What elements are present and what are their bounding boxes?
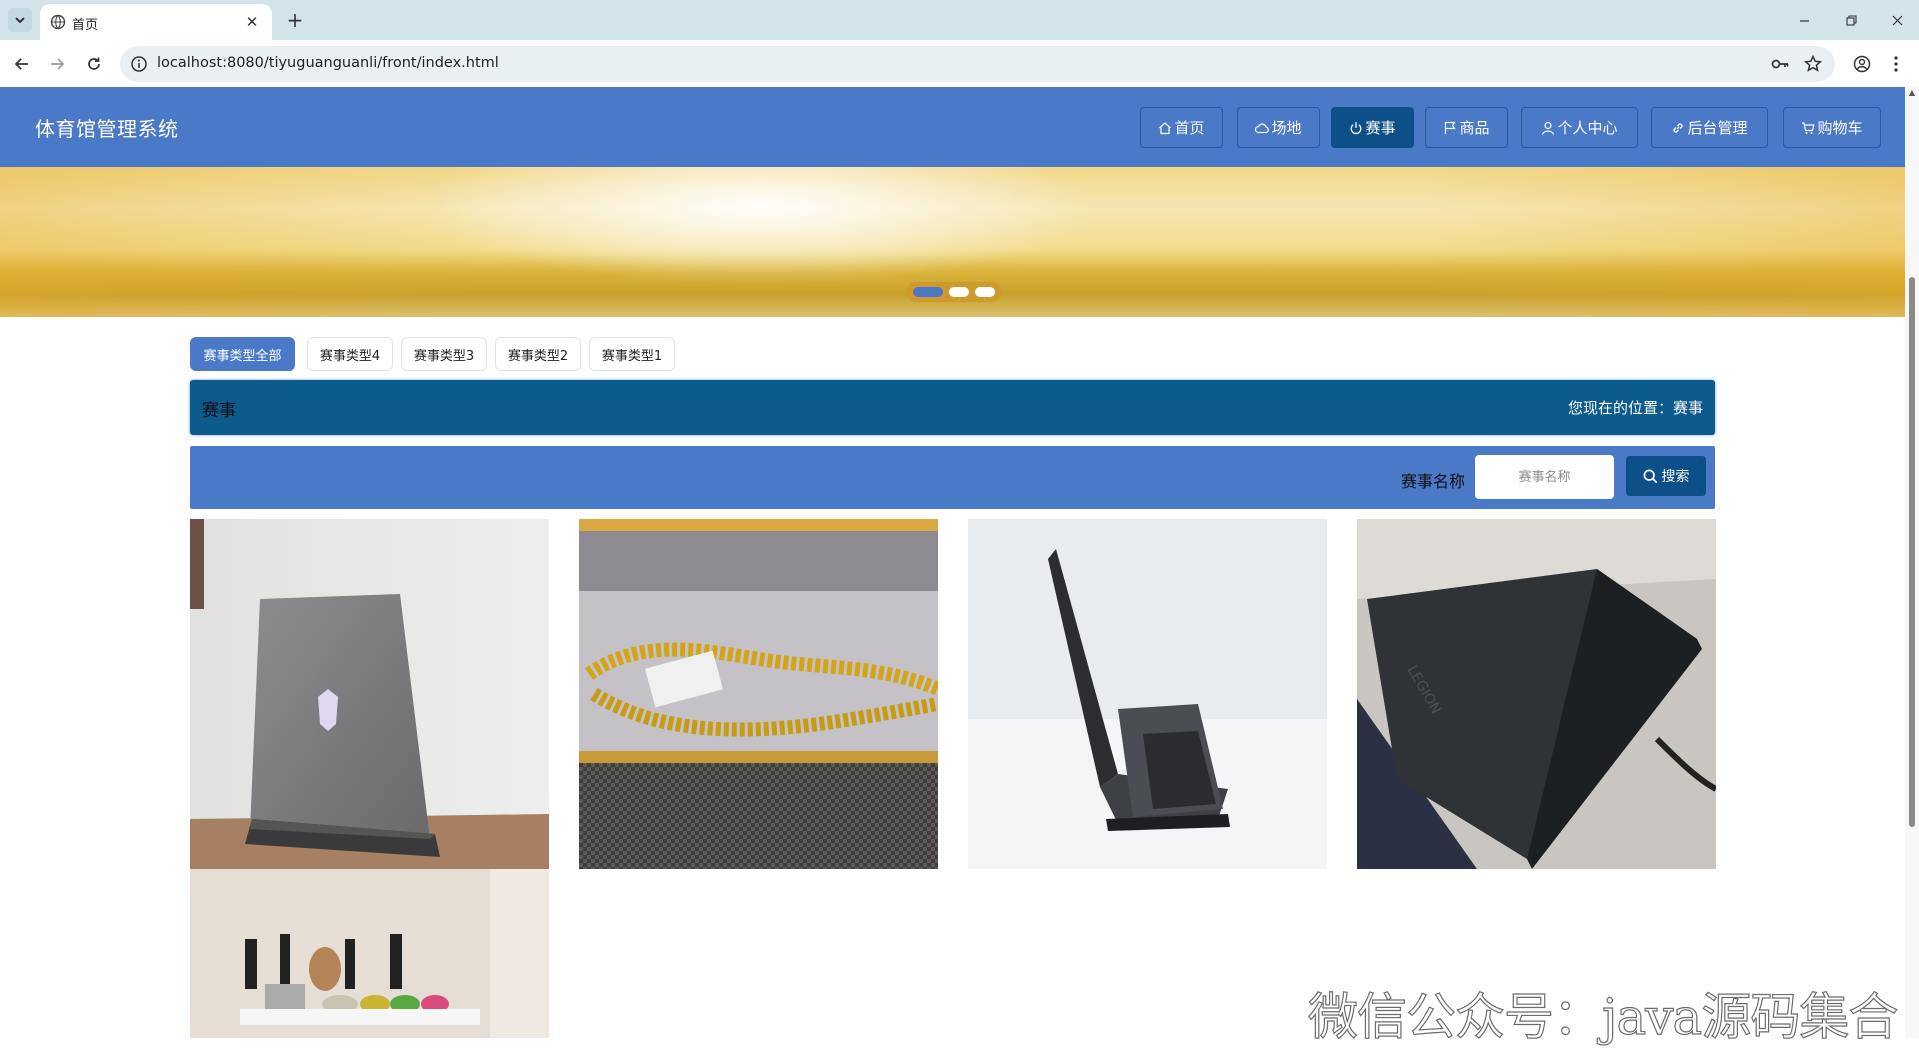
star-icon[interactable] [1803, 54, 1823, 74]
carousel-dot-2[interactable] [949, 287, 969, 297]
search-icon [1643, 469, 1657, 483]
tab-close-button[interactable]: ✕ [242, 12, 262, 32]
power-icon [1351, 121, 1362, 134]
carousel-dot-1[interactable] [913, 287, 943, 297]
restore-icon [1845, 14, 1857, 26]
new-tab-button[interactable]: + [282, 8, 308, 32]
minimize-icon [1799, 19, 1809, 22]
filter-type-1[interactable]: 赛事类型1 [589, 337, 675, 371]
search-bar: 赛事名称 搜索 [190, 446, 1715, 509]
event-image [190, 519, 549, 869]
site-info-icon[interactable] [130, 55, 148, 73]
restore-button[interactable] [1829, 6, 1873, 34]
flag-icon [1445, 121, 1457, 134]
cart-icon [1802, 121, 1816, 134]
chevron-down-icon [15, 17, 25, 24]
filter-type-4[interactable]: 赛事类型4 [307, 337, 393, 371]
page-scrollbar[interactable]: ▲ [1905, 87, 1919, 1038]
back-button[interactable] [8, 50, 36, 78]
filter-all[interactable]: 赛事类型全部 [190, 337, 295, 371]
address-bar[interactable]: localhost:8080/tiyuguanguanli/front/inde… [120, 46, 1835, 82]
browser-toolbar: localhost:8080/tiyuguanguanli/front/inde… [0, 40, 1919, 87]
search-button-label: 搜索 [1661, 469, 1690, 485]
close-window-button[interactable] [1875, 6, 1919, 34]
event-card[interactable] [968, 519, 1327, 869]
page-viewport: 体育馆管理系统 首页 场地 赛事 商品 个人中心 后台管理 购物车 赛事类型全部… [0, 87, 1905, 1038]
event-image: LEGION [1357, 519, 1716, 869]
event-card[interactable] [190, 519, 549, 869]
user-icon [1542, 121, 1555, 135]
site-header: 体育馆管理系统 首页 场地 赛事 商品 个人中心 后台管理 购物车 [0, 87, 1905, 167]
nav-admin-label: 后台管理 [1687, 119, 1748, 137]
scroll-thumb[interactable] [1909, 277, 1915, 827]
globe-icon [50, 14, 66, 30]
filter-type-3[interactable]: 赛事类型3 [401, 337, 487, 371]
breadcrumb-bar: 赛事 您现在的位置：赛事 [190, 380, 1715, 435]
watermark-text: 微信公众号：java源码集合 [1307, 987, 1899, 1046]
tab-search-button[interactable] [8, 8, 32, 32]
url-text[interactable]: localhost:8080/tiyuguanguanli/front/inde… [157, 55, 499, 71]
nav-admin[interactable]: 后台管理 [1651, 107, 1768, 148]
key-icon[interactable] [1770, 54, 1790, 74]
nav-home-label: 首页 [1174, 119, 1205, 137]
reload-button[interactable] [80, 50, 108, 78]
nav-cart-label: 购物车 [1817, 119, 1863, 137]
cloud-icon [1255, 123, 1270, 133]
nav-personal-center-label: 个人中心 [1557, 119, 1618, 137]
search-label: 赛事名称 [1401, 472, 1466, 491]
home-icon [1159, 121, 1172, 134]
browser-tab[interactable]: 首页 ✕ [40, 4, 272, 40]
nav-goods[interactable]: 商品 [1425, 107, 1508, 148]
event-card[interactable]: LEGION [1357, 519, 1716, 869]
account-icon [1853, 55, 1871, 73]
browser-menu-button[interactable] [1882, 50, 1910, 78]
section-title: 赛事 [202, 401, 236, 421]
scroll-up-arrow[interactable]: ▲ [1908, 89, 1916, 97]
nav-events[interactable]: 赛事 [1331, 107, 1414, 148]
browser-tab-bar: 首页 ✕ + [0, 0, 1919, 40]
close-icon [1892, 15, 1902, 25]
tab-title: 首页 [72, 18, 99, 33]
filter-type-2[interactable]: 赛事类型2 [495, 337, 581, 371]
event-card[interactable] [579, 519, 938, 869]
event-name-input[interactable] [1475, 455, 1614, 499]
link-icon [1673, 122, 1684, 133]
forward-button[interactable] [43, 50, 71, 78]
arrow-right-icon [51, 58, 65, 70]
nav-personal-center[interactable]: 个人中心 [1521, 107, 1638, 148]
event-image [968, 519, 1327, 869]
nav-venue[interactable]: 场地 [1237, 107, 1320, 148]
carousel-dot-3[interactable] [975, 287, 995, 297]
arrow-left-icon [14, 58, 28, 70]
nav-events-label: 赛事 [1365, 119, 1396, 137]
more-vertical-icon [1894, 56, 1898, 72]
event-card[interactable] [190, 869, 549, 1038]
breadcrumb: 您现在的位置：赛事 [1567, 399, 1703, 417]
carousel-indicators [906, 282, 1002, 302]
nav-venue-label: 场地 [1271, 119, 1302, 137]
nav-goods-label: 商品 [1459, 119, 1490, 137]
nav-cart[interactable]: 购物车 [1783, 107, 1881, 148]
event-image [579, 519, 938, 869]
reload-icon [88, 57, 100, 70]
site-title: 体育馆管理系统 [35, 117, 179, 141]
banner-carousel[interactable] [0, 167, 1905, 317]
nav-home[interactable]: 首页 [1140, 107, 1223, 148]
search-button[interactable]: 搜索 [1626, 456, 1706, 496]
minimize-button[interactable] [1782, 6, 1826, 34]
profile-button[interactable] [1848, 50, 1876, 78]
event-image [190, 869, 549, 1038]
